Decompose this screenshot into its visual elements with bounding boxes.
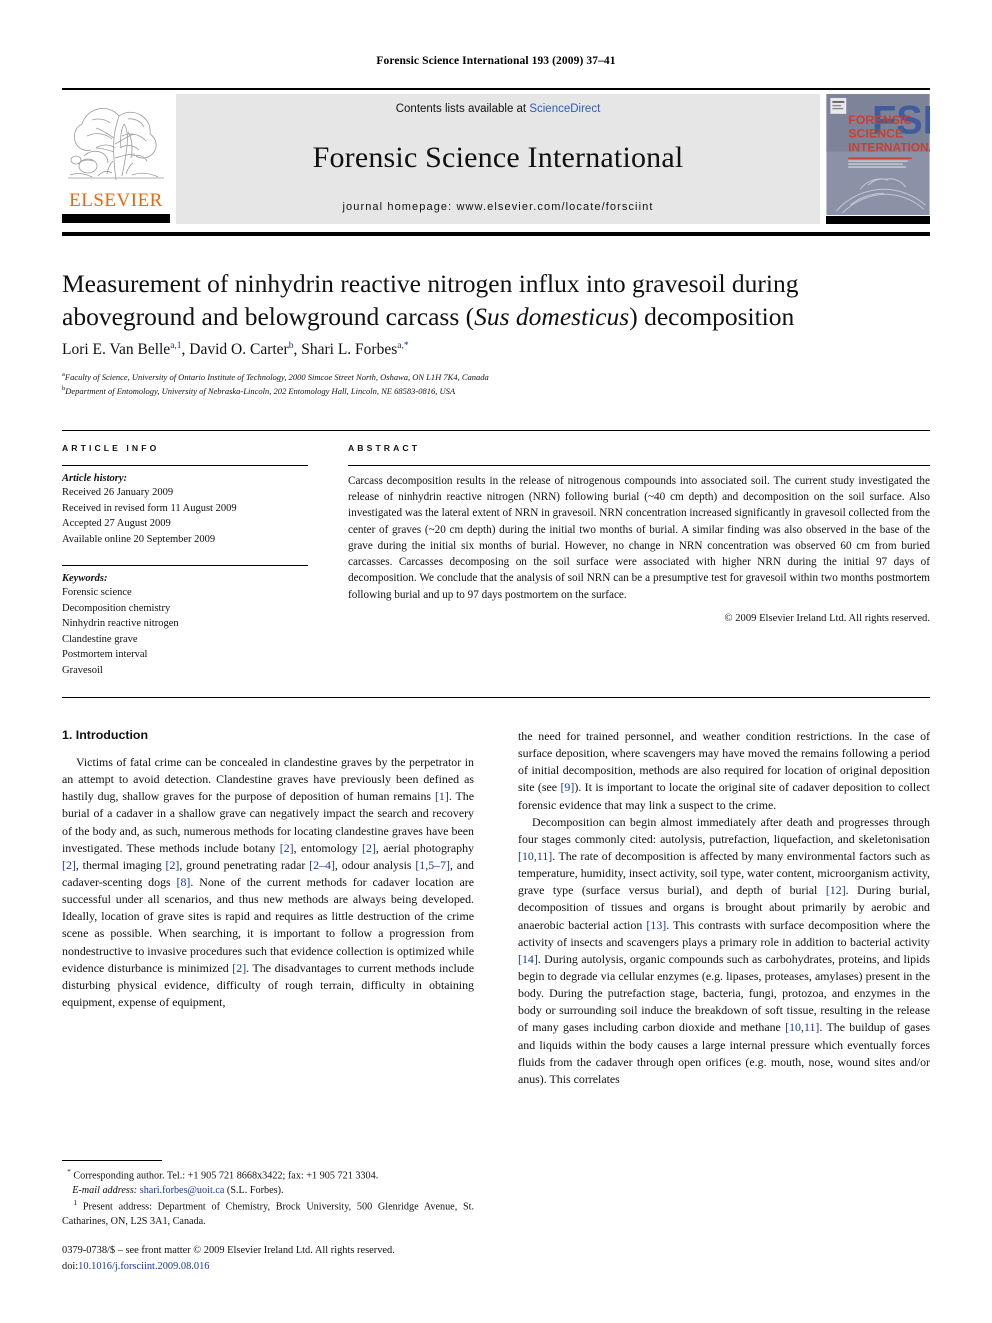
citation-ref[interactable]: [13] <box>646 918 666 932</box>
footnote-present-text: Present address: Department of Chemistry… <box>62 1201 475 1228</box>
body-columns: 1. Introduction Victims of fatal crime c… <box>62 728 930 1088</box>
abstract-text: Carcass decomposition results in the rel… <box>348 475 930 601</box>
keyword-item: Decomposition chemistry <box>62 602 171 614</box>
history-item: Received in revised form 11 August 2009 <box>62 502 237 514</box>
footnote-corresponding-author: * Corresponding author. Tel.: +1 905 721… <box>62 1167 474 1198</box>
citation-ref[interactable]: [14] <box>518 952 538 966</box>
email-link[interactable]: shari.forbes@uoit.ca <box>140 1185 225 1196</box>
citation-ref[interactable]: [2] <box>362 841 376 855</box>
affiliation-item: bDepartment of Entomology, University of… <box>62 384 902 398</box>
masthead-bottom-rule <box>62 232 930 236</box>
email-label: E-mail address: <box>72 1184 138 1196</box>
citation-ref[interactable]: [8] <box>177 875 191 889</box>
citation-ref[interactable]: [2] <box>232 961 246 975</box>
citation-ref[interactable]: [2] <box>280 841 294 855</box>
author-name: Lori E. Van Belle <box>62 341 171 359</box>
elsevier-wordmark: ELSEVIER <box>69 190 163 211</box>
title-line-1: Measurement of ninhydrin reactive nitrog… <box>62 269 799 298</box>
affiliation-item: aFaculty of Science, University of Ontar… <box>62 370 902 384</box>
citation-ref[interactable]: [9] <box>560 780 574 794</box>
author-name: Shari L. Forbes <box>301 341 398 359</box>
doi-label: doi: <box>62 1260 79 1272</box>
keyword-item: Clandestine grave <box>62 633 138 645</box>
citation-ref[interactable]: [1,5–7] <box>415 858 450 872</box>
history-item: Available online 20 September 2009 <box>62 533 216 545</box>
affiliation-text: Department of Entomology, University of … <box>65 385 456 396</box>
citation-ref[interactable]: [10,11] <box>518 849 552 863</box>
abstract-divider <box>348 465 930 466</box>
running-head: Forensic Science International 193 (2009… <box>376 55 616 67</box>
footnote-mark: * <box>67 1167 71 1176</box>
keywords-label: Keywords: <box>62 573 108 585</box>
abstract-heading: ABSTRACT <box>348 443 421 453</box>
paper-page: Forensic Science International 193 (2009… <box>0 0 992 1323</box>
affiliation-list: aFaculty of Science, University of Ontar… <box>62 370 902 398</box>
title-species: Sus domesticus <box>474 301 630 331</box>
svg-text:INTERNATIONAL: INTERNATIONAL <box>848 141 930 155</box>
history-item: Accepted 27 August 2009 <box>62 518 171 530</box>
article-info-heading: ARTICLE INFO <box>62 443 160 453</box>
journal-band: Contents lists available at ScienceDirec… <box>176 94 820 224</box>
author-list: Lori E. Van Bellea,1, David O. Carterb, … <box>62 341 902 359</box>
journal-homepage[interactable]: journal homepage: www.elsevier.com/locat… <box>342 201 653 213</box>
info-abstract-band: ARTICLE INFO Article history: Received 2… <box>62 430 930 698</box>
footnote-mark: 1 <box>73 1198 78 1208</box>
svg-text:SCIENCE: SCIENCE <box>848 127 903 141</box>
footnote-present-address: 1 Present address: Department of Chemist… <box>62 1198 474 1229</box>
elsevier-tree-icon <box>68 108 164 181</box>
journal-cover-thumbnail-icon: FSI FORENSIC SCIENCE INTERNATIONAL <box>826 94 930 216</box>
article-info-divider <box>62 465 308 466</box>
affiliation-text: Faculty of Science, University of Ontari… <box>64 371 489 382</box>
contents-prefix: Contents lists available at <box>395 103 530 115</box>
keywords-divider <box>62 565 308 567</box>
body-column-left: 1. Introduction Victims of fatal crime c… <box>62 728 474 1088</box>
doi-link[interactable]: 10.1016/j.forsciint.2009.08.016 <box>78 1261 209 1272</box>
journal-title: Forensic Science International <box>312 141 684 174</box>
keyword-item: Forensic science <box>62 587 132 599</box>
keywords-block: Keywords: Forensic science Decomposition… <box>62 565 308 678</box>
abstract-copyright: © 2009 Elsevier Ireland Ltd. All rights … <box>724 612 930 624</box>
citation-ref[interactable]: [2–4] <box>309 858 335 872</box>
page-title: Measurement of ninhydrin reactive nitrog… <box>62 268 902 333</box>
imprint-block: 0379-0738/$ – see front matter © 2009 El… <box>62 1243 502 1274</box>
keywords-list: Forensic science Decomposition chemistry… <box>62 585 308 678</box>
paragraph: Decomposition can begin almost immediate… <box>518 814 930 1086</box>
footnote-rule <box>62 1160 162 1161</box>
article-info-column: ARTICLE INFO Article history: Received 2… <box>62 443 308 678</box>
keyword-item: Ninhydrin reactive nitrogen <box>62 618 179 630</box>
keyword-item: Gravesoil <box>62 664 103 676</box>
citation-ref[interactable]: [10,11] <box>785 1020 819 1034</box>
svg-text:FORENSIC: FORENSIC <box>848 113 912 127</box>
title-line-2-pre: aboveground and belowground carcass ( <box>62 301 475 331</box>
journal-cover-block: FSI FORENSIC SCIENCE INTERNATIONAL <box>826 94 930 224</box>
footnote-corresponding-text: Corresponding author. Tel.: +1 905 721 8… <box>73 1170 379 1182</box>
abstract-column: ABSTRACT Carcass decomposition results i… <box>348 443 930 678</box>
section-heading-introduction: 1. Introduction <box>62 728 149 742</box>
title-line-2-post: ) decomposition <box>629 301 795 331</box>
paragraph: Victims of fatal crime can be concealed … <box>62 755 475 1009</box>
citation-ref[interactable]: [1] <box>435 789 449 803</box>
citation-ref[interactable]: [12] <box>826 883 846 897</box>
citation-ref[interactable]: [2] <box>62 858 76 872</box>
elsevier-logo-block: ELSEVIER <box>62 94 170 224</box>
doi-line: doi:10.1016/j.forsciint.2009.08.016 <box>62 1259 502 1275</box>
citation-ref[interactable]: [2] <box>166 858 180 872</box>
imprint-line: 0379-0738/$ – see front matter © 2009 El… <box>62 1245 395 1256</box>
footnote-block: * Corresponding author. Tel.: +1 905 721… <box>62 1160 474 1230</box>
author-marks: a,* <box>397 341 409 351</box>
article-history-label: Article history: <box>62 473 128 484</box>
author-name: David O. Carter <box>189 341 289 359</box>
cover-rule <box>826 216 930 224</box>
history-item: Received 26 January 2009 <box>62 487 174 498</box>
paragraph: the need for trained personnel, and weat… <box>518 729 930 812</box>
article-history-list: Received 26 January 2009 Received in rev… <box>62 485 308 547</box>
body-column-right: the need for trained personnel, and weat… <box>518 728 930 1088</box>
sciencedirect-link[interactable]: ScienceDirect <box>529 103 600 115</box>
contents-available-line: Contents lists available at ScienceDirec… <box>396 103 601 115</box>
journal-masthead: ELSEVIER Contents lists available at Sci… <box>62 88 930 224</box>
keyword-item: Postmortem interval <box>62 649 148 661</box>
email-owner: (S.L. Forbes). <box>226 1184 284 1196</box>
elsevier-rule <box>62 214 170 223</box>
author-marks: a,1 <box>170 341 182 351</box>
